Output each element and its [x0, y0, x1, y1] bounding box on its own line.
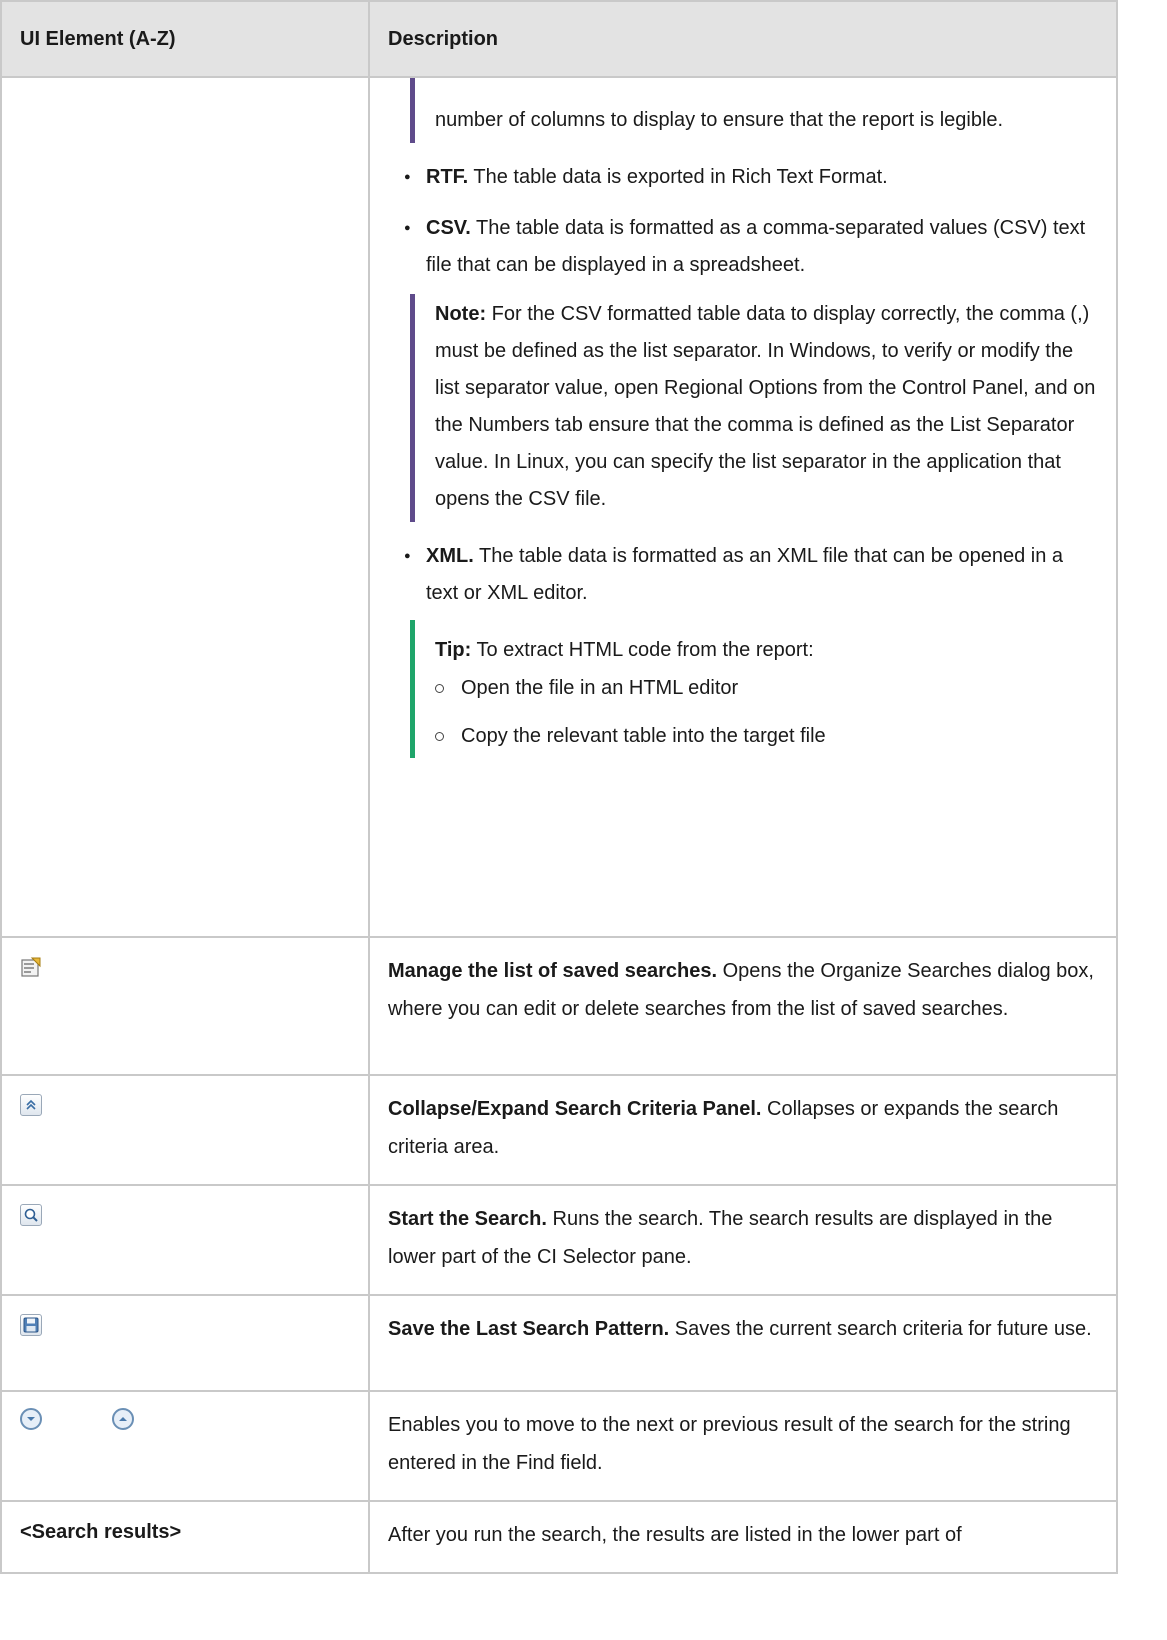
collapse-expand-icon[interactable]	[20, 1094, 42, 1116]
tip-steps: Open the file in an HTML editor Copy the…	[435, 674, 1100, 750]
ui-elements-table: UI Element (A-Z) Description number of c…	[0, 0, 1118, 1574]
list-item-rtf: RTF. The table data is exported in Rich …	[404, 159, 1100, 196]
continued-note: number of columns to display to ensure t…	[410, 78, 1100, 143]
export-format-list: RTF. The table data is exported in Rich …	[388, 159, 1100, 284]
save-icon[interactable]	[20, 1314, 42, 1336]
tip-label: Tip:	[435, 639, 472, 661]
table-row: Start the Search. Runs the search. The s…	[0, 1184, 1118, 1296]
previous-result-icon[interactable]	[112, 1408, 134, 1430]
tip-step: Open the file in an HTML editor	[435, 674, 1100, 702]
search-icon[interactable]	[20, 1204, 42, 1226]
next-result-icon[interactable]	[20, 1408, 42, 1430]
next-previous-icons	[20, 1408, 134, 1433]
table-row: Manage the list of saved searches. Opens…	[0, 936, 1118, 1076]
table-row: Enables you to move to the next or previ…	[0, 1390, 1118, 1502]
csv-note: Note: For the CSV formatted table data t…	[410, 294, 1100, 522]
export-format-list-2: XML. The table data is formatted as an X…	[388, 538, 1100, 612]
table-header-row: UI Element (A-Z) Description	[0, 0, 1118, 78]
column-header-ui-element: UI Element (A-Z)	[0, 0, 370, 78]
table-row: <Search results> After you run the searc…	[0, 1500, 1118, 1574]
tip-step: Copy the relevant table into the target …	[435, 722, 1100, 750]
search-results-label: <Search results>	[20, 1521, 182, 1543]
tip-box: Tip: To extract HTML code from the repor…	[410, 620, 1100, 758]
table-row: number of columns to display to ensure t…	[0, 76, 1118, 938]
list-item-xml: XML. The table data is formatted as an X…	[404, 538, 1100, 612]
description-cell: number of columns to display to ensure t…	[368, 76, 1118, 938]
manage-searches-icon[interactable]	[20, 956, 42, 978]
empty-element-cell	[0, 76, 370, 938]
table-row: Save the Last Search Pattern. Saves the …	[0, 1294, 1118, 1392]
table-row: Collapse/Expand Search Criteria Panel. C…	[0, 1074, 1118, 1186]
search-results-description: After you run the search, the results ar…	[388, 1524, 962, 1546]
note-label: Note:	[435, 303, 487, 325]
list-item-csv: CSV. The table data is formatted as a co…	[404, 210, 1100, 284]
column-header-description: Description	[368, 0, 1118, 78]
